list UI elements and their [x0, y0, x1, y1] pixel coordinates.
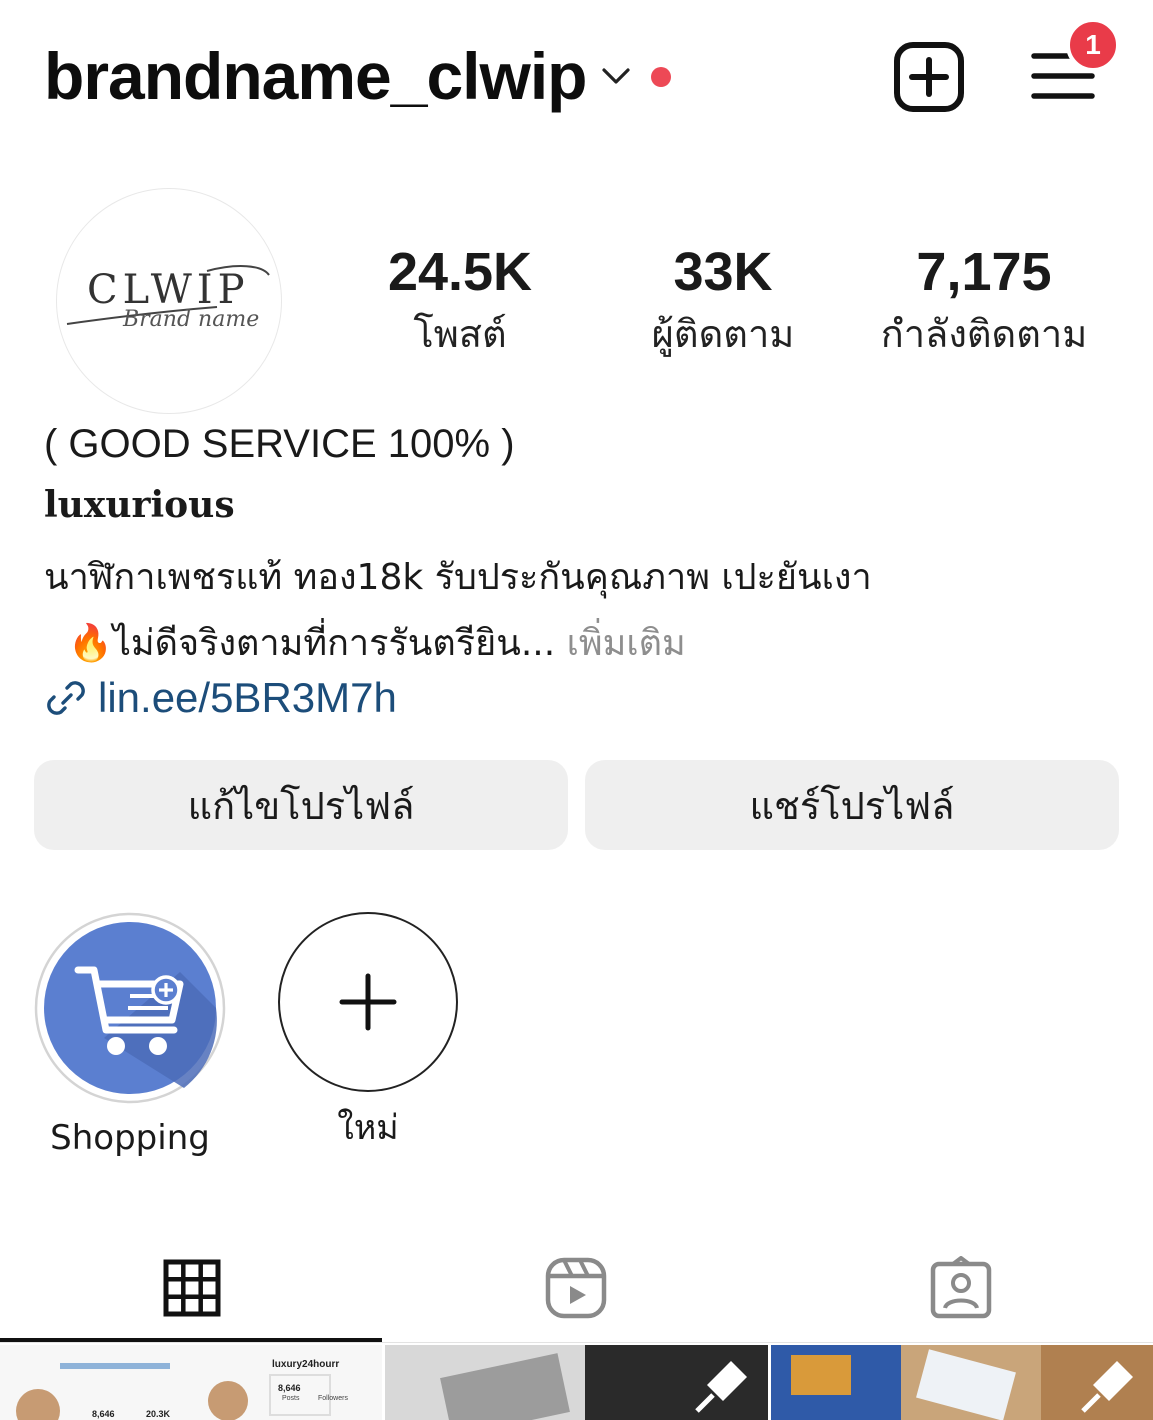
stat-followers[interactable]: 33K ผู้ติดตาม	[628, 240, 818, 362]
reels-icon	[545, 1257, 607, 1319]
tab-tagged[interactable]	[769, 1238, 1153, 1338]
post-thumbnail[interactable]	[771, 1345, 1153, 1420]
thumb-username: luxury24hourr	[272, 1359, 340, 1370]
bio-description: นาฬิกาเพชรแท้ ทอง18k รับประกันคุณภาพ เปะ…	[44, 557, 872, 598]
stat-following-value: 7,175	[916, 242, 1052, 302]
bio-description-2-text: ไม่ดีจริงตามที่การรันตรียิน...	[112, 623, 556, 664]
stat-following[interactable]: 7,175 กำลังติดตาม	[866, 240, 1102, 362]
grid-icon	[163, 1259, 221, 1317]
stat-posts-value: 24.5K	[387, 242, 533, 302]
thumb-posts-count: 8,646	[278, 1383, 301, 1393]
bio-link[interactable]: lin.ee/5BR3M7h	[44, 674, 397, 722]
bio-link-text: lin.ee/5BR3M7h	[98, 674, 397, 721]
link-icon	[47, 681, 85, 715]
edit-profile-button[interactable]: แก้ไขโปรไฟล์	[34, 760, 568, 850]
stat-followers-label: ผู้ติดตาม	[651, 312, 795, 356]
tab-posts-grid[interactable]	[0, 1238, 384, 1338]
notification-badge[interactable]: 1	[1066, 18, 1120, 72]
bio-more-link[interactable]: เพิ่มเติม	[567, 623, 686, 664]
highlight-shopping[interactable]	[34, 912, 226, 1104]
tagged-person-icon	[930, 1256, 992, 1319]
bio-description-2: 🔥ไม่ดีจริงตามที่การรันตรียิน... เพิ่มเติ…	[68, 614, 686, 671]
bio-category: luxurious	[44, 484, 235, 526]
stat-following-label: กำลังติดตาม	[880, 312, 1088, 356]
post-thumbnail[interactable]	[385, 1345, 768, 1420]
share-profile-button[interactable]: แชร์โปรไฟล์	[585, 760, 1119, 850]
avatar[interactable]: CLWIP Brand name	[56, 188, 282, 414]
tab-divider	[0, 1342, 1153, 1343]
thumb-stat-a: 8,646	[92, 1409, 115, 1419]
thumb-stat-b: 20.3K	[146, 1409, 171, 1419]
stat-posts[interactable]: 24.5K โพสต์	[370, 240, 550, 362]
highlight-new[interactable]	[278, 912, 458, 1092]
stat-followers-value: 33K	[673, 242, 773, 302]
post-thumbnail[interactable]: luxury24hourr 8,646 Posts Followers 8,64…	[0, 1345, 382, 1420]
chevron-down-icon[interactable]	[598, 62, 634, 90]
thumb-followers-label: Followers	[318, 1395, 348, 1402]
bio-title: ( GOOD SERVICE 100% )	[44, 422, 515, 466]
new-post-icon[interactable]	[892, 40, 966, 114]
thumb-posts-label: Posts	[282, 1395, 300, 1402]
status-dot	[651, 67, 671, 87]
stat-posts-label: โพสต์	[413, 312, 507, 356]
tab-reels[interactable]	[384, 1238, 768, 1338]
profile-username[interactable]: brandname_clwip	[44, 38, 587, 114]
plus-icon	[339, 973, 397, 1031]
highlight-new-label: ใหม่	[337, 1108, 399, 1148]
fire-emoji-icon: 🔥	[68, 623, 113, 664]
avatar-subtext: Brand name	[123, 307, 260, 332]
highlight-shopping-label: Shopping	[50, 1118, 210, 1158]
